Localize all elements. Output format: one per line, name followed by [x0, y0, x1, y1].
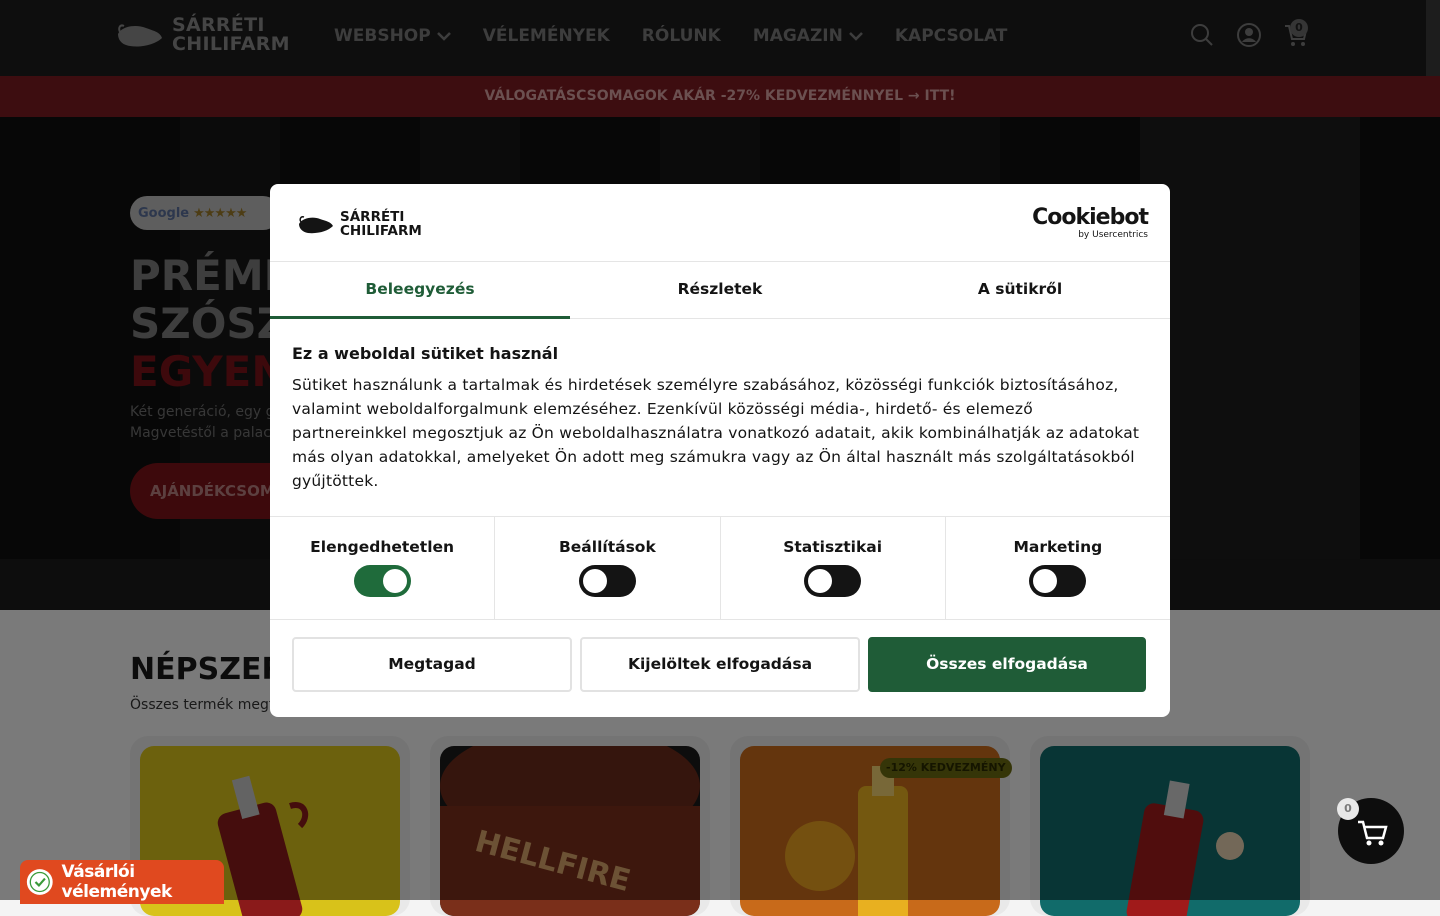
customer-reviews-button[interactable]: Vásárlói vélemények — [20, 860, 224, 904]
toggle-marketing-switch[interactable] — [1029, 565, 1087, 597]
toggle-preferences-switch[interactable] — [578, 565, 636, 597]
dialog-tabs: Beleegyezés Részletek A sütikről — [270, 262, 1170, 319]
switch-knob — [382, 569, 407, 593]
toggle-statistics-switch[interactable] — [804, 565, 862, 597]
toggle-statistics: Statisztikai — [721, 517, 946, 619]
dialog-logo-line-1: SÁRRÉTI — [340, 209, 405, 225]
floating-cart-count: 0 — [1337, 798, 1359, 820]
cookiebot-logo[interactable]: Cookiebot by Usercentrics — [1032, 205, 1149, 241]
toggle-marketing: Marketing — [946, 517, 1170, 619]
dialog-header: SÁRRÉTI CHILIFARM Cookiebot by Usercentr… — [270, 184, 1170, 262]
chili-logo-icon — [299, 216, 333, 234]
verified-badge-icon — [26, 869, 53, 895]
toggle-preferences: Beállítások — [495, 517, 721, 619]
toggle-necessary: Elengedhetetlen — [270, 517, 496, 619]
dialog-body: Ez a weboldal sütiket használ Sütiket ha… — [292, 344, 1152, 493]
dialog-heading: Ez a weboldal sütiket használ — [292, 344, 559, 363]
tab-about-cookies[interactable]: A sütikről — [870, 262, 1170, 318]
cookiebot-wordmark: Cookiebot — [1032, 205, 1149, 230]
dialog-description: Sütiket használunk a tartalmak és hirdet… — [292, 376, 1140, 490]
toggle-necessary-switch[interactable] — [353, 565, 411, 597]
dialog-actions: Megtagad Kijelöltek elfogadása Összes el… — [292, 637, 1148, 692]
cookiebot-byline: by Usercentrics — [1078, 230, 1148, 240]
cookie-consent-dialog: SÁRRÉTI CHILIFARM Cookiebot by Usercentr… — [270, 184, 1170, 717]
toggle-marketing-label: Marketing — [1013, 538, 1103, 556]
dialog-logo: SÁRRÉTI CHILIFARM — [298, 210, 422, 238]
accept-all-button[interactable]: Összes elfogadása — [868, 637, 1146, 692]
consent-toggles: Elengedhetetlen Beállítások Statisztikai… — [270, 516, 1170, 620]
switch-knob — [1033, 569, 1058, 593]
deny-button[interactable]: Megtagad — [292, 637, 572, 692]
switch-knob — [808, 569, 833, 593]
tab-details[interactable]: Részletek — [570, 262, 870, 318]
toggle-preferences-label: Beállítások — [558, 538, 656, 556]
toggle-statistics-label: Statisztikai — [783, 538, 883, 556]
reviews-label: Vásárlói vélemények — [61, 862, 173, 902]
accept-selected-button[interactable]: Kijelöltek elfogadása — [580, 637, 860, 692]
switch-knob — [582, 569, 607, 593]
toggle-necessary-label: Elengedhetetlen — [310, 538, 455, 556]
tab-consent[interactable]: Beleegyezés — [270, 262, 570, 319]
dialog-logo-line-2: CHILIFARM — [340, 223, 422, 239]
